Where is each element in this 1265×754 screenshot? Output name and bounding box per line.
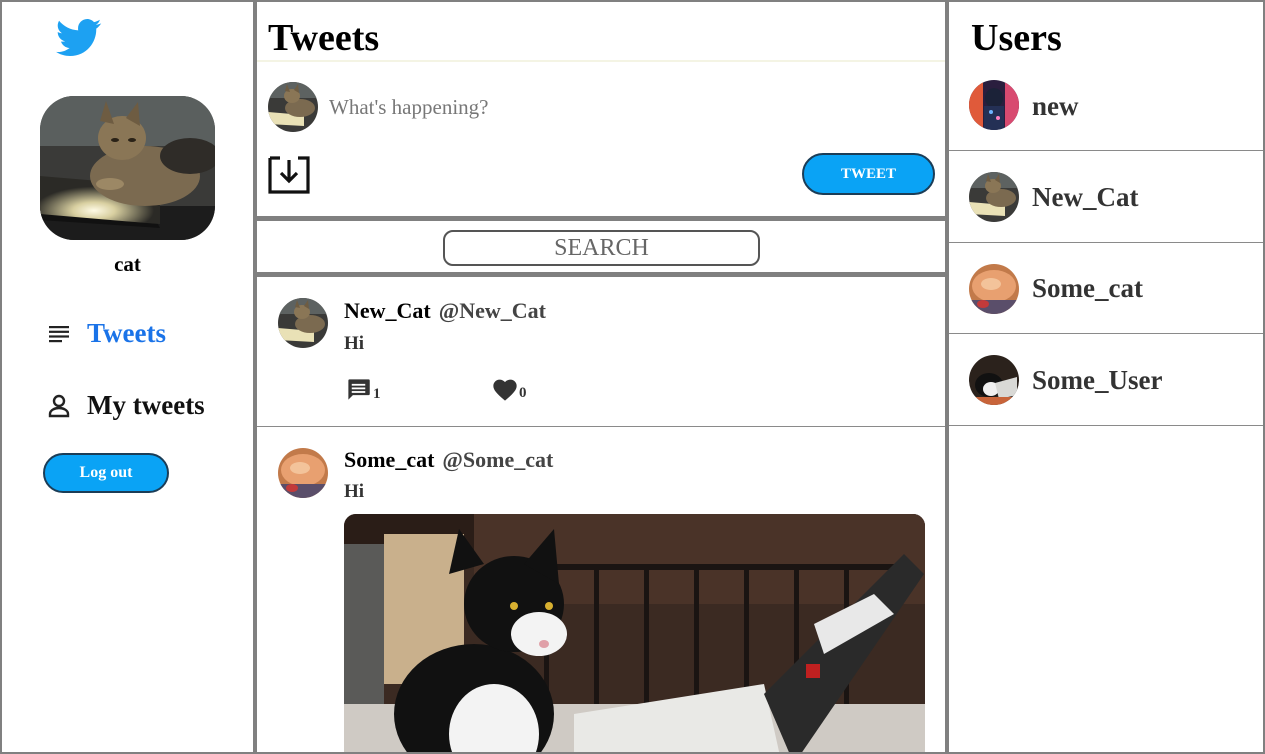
comment-icon <box>348 379 370 400</box>
user-avatar <box>969 264 1019 314</box>
list-icon <box>46 321 72 347</box>
user-name: Some_User <box>1032 365 1163 395</box>
tweet-header: New_Cat @New_Cat <box>344 298 546 324</box>
user-avatar <box>969 80 1019 130</box>
user-list-item[interactable]: Some_cat <box>949 243 1263 334</box>
like-count: 0 <box>519 385 527 401</box>
comment-button[interactable]: 1 <box>344 376 381 403</box>
user-list-item[interactable]: Some_User <box>949 335 1263 426</box>
users-panel: Users new New_Cat Some_cat Some_User <box>949 2 1263 752</box>
person-icon <box>46 393 72 419</box>
user-list-item[interactable]: New_Cat <box>949 152 1263 243</box>
tweet-button[interactable]: TWEET <box>802 153 935 195</box>
search-divider <box>257 272 945 277</box>
tweet-avatar[interactable] <box>278 448 328 498</box>
tweet-author-name[interactable]: New_Cat <box>344 298 431 323</box>
tweet-text: Hi <box>344 333 365 354</box>
tweet-header: Some_cat @Some_cat <box>344 447 553 473</box>
user-avatar <box>969 172 1019 222</box>
user-name: New_Cat <box>1032 182 1139 212</box>
main-feed: Tweets TWEET <box>257 2 945 752</box>
sidebar: cat Tweets My tweets Log out <box>2 2 253 752</box>
nav-tweets-label: Tweets <box>87 318 166 348</box>
tweet-text: Hi <box>344 481 365 502</box>
user-name: Some_cat <box>1032 273 1143 303</box>
search-input[interactable] <box>443 230 760 266</box>
profile-avatar[interactable] <box>40 96 215 240</box>
user-name: new <box>1032 91 1079 121</box>
logout-button[interactable]: Log out <box>43 453 169 493</box>
like-button[interactable]: 0 <box>491 376 527 402</box>
nav-my-tweets[interactable]: My tweets <box>46 390 205 421</box>
nav-tweets[interactable]: Tweets <box>46 318 166 349</box>
compose-divider <box>257 216 945 221</box>
twitter-logo-icon[interactable] <box>55 18 102 58</box>
tweet-image[interactable] <box>344 514 925 752</box>
comment-count: 1 <box>373 386 381 402</box>
title-divider <box>257 60 945 62</box>
page-title: Tweets <box>268 17 380 59</box>
nav-my-tweets-label: My tweets <box>87 390 205 420</box>
user-list-item[interactable]: new <box>949 60 1263 151</box>
heart-icon <box>493 379 517 401</box>
tweet-author-handle[interactable]: @Some_cat <box>442 447 553 472</box>
user-avatar <box>969 355 1019 405</box>
profile-username: cat <box>114 252 141 276</box>
users-title: Users <box>971 17 1062 59</box>
tweet-author-name[interactable]: Some_cat <box>344 447 434 472</box>
upload-image-icon[interactable] <box>268 156 310 194</box>
compose-input[interactable] <box>329 92 749 122</box>
tweet-divider <box>257 426 945 427</box>
tweet-avatar[interactable] <box>278 298 328 348</box>
compose-avatar <box>268 82 318 132</box>
tweet-author-handle[interactable]: @New_Cat <box>439 298 546 323</box>
